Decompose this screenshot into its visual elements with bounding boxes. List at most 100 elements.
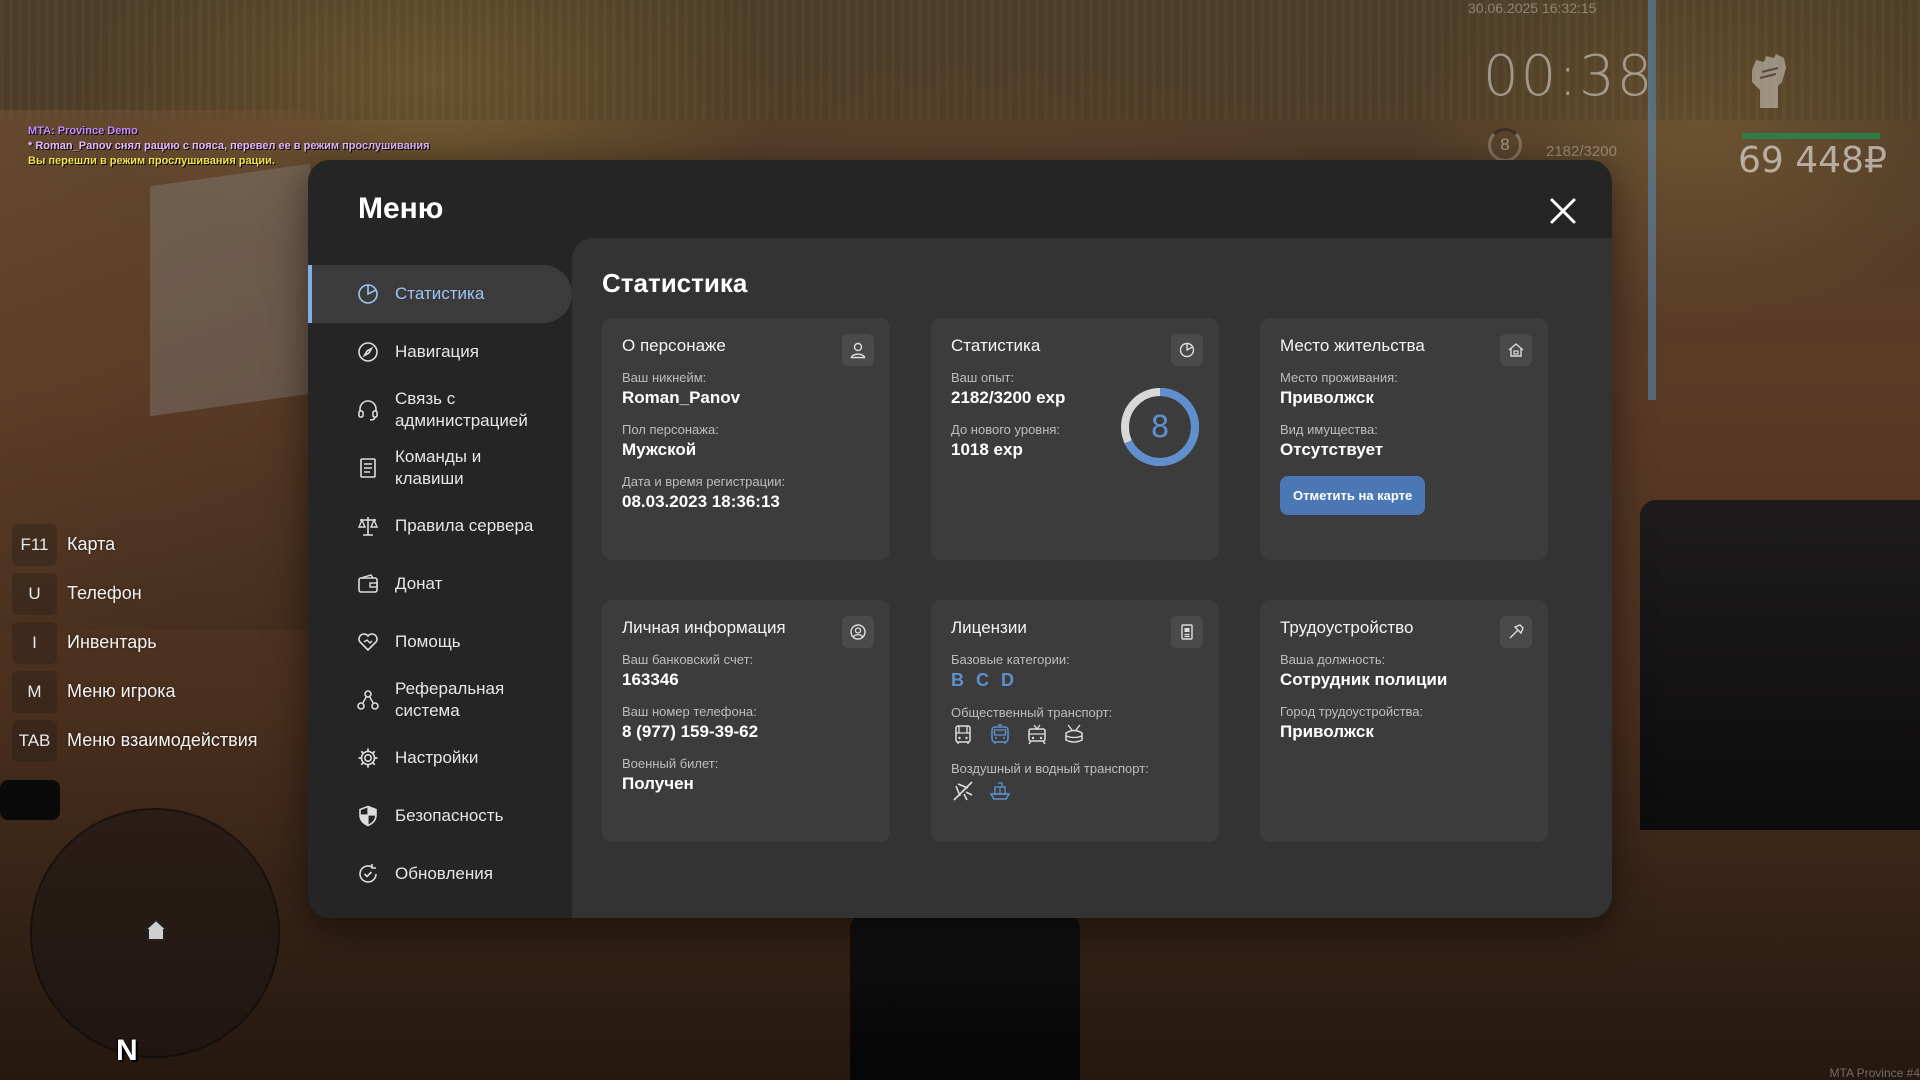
license-category: D [1001, 670, 1014, 690]
field-label: Город трудоустройства: [1280, 704, 1424, 719]
bus-icon [951, 723, 975, 747]
minimap-north-marker: N [116, 1034, 138, 1067]
field-label: Ваша должность: [1280, 652, 1386, 667]
sidebar-item-rules[interactable]: Правила сервера [308, 497, 572, 555]
gear-icon [356, 746, 380, 770]
job-position-value: Сотрудник полиции [1280, 670, 1448, 689]
field-label: Ваш опыт: [951, 370, 1015, 385]
background-board [150, 163, 310, 417]
gender-value: Мужской [622, 440, 697, 459]
player-character [850, 910, 1080, 1080]
hotkey-label: Меню взаимодействия [67, 730, 258, 750]
phone-value: 8 (977) 159-39-62 [622, 722, 759, 741]
field-label: Пол персонажа: [622, 422, 719, 437]
refresh-icon [356, 862, 380, 886]
sidebar-item-label: Реферальная система [395, 679, 505, 720]
card-employment: Трудоустройство Ваша должность: Сотрудни… [1260, 600, 1548, 842]
hud-money: 69 448₽ [1738, 140, 1887, 181]
nickname-value: Roman_Panov [622, 388, 741, 407]
field-label: Место проживания: [1280, 370, 1398, 385]
health-bar [1742, 133, 1880, 139]
sidebar-item-label: Помощь [395, 632, 461, 651]
sidebar-item-contact-admin[interactable]: Связь с администрацией [308, 381, 572, 439]
background-sofa [1640, 500, 1920, 830]
card-character: О персонаже Ваш никнейм: Roman_Panov Пол… [602, 318, 890, 560]
menu-title: Меню [358, 192, 444, 225]
sidebar-item-statistics[interactable]: Статистика [308, 265, 572, 323]
sidebar-item-donate[interactable]: Донат [308, 555, 572, 613]
sidebar-item-settings[interactable]: Настройки [308, 729, 572, 787]
headset-icon [356, 398, 380, 422]
sidebar-item-updates[interactable]: Обновления [308, 845, 572, 903]
sidebar-nav: Статистика Навигация Связь с администрац… [308, 265, 572, 903]
hotkey-label: Меню игрока [67, 681, 176, 701]
hotkey-list: F11 Карта U Телефон I Инвентарь M Меню и… [12, 520, 258, 765]
hotkey-label: Телефон [67, 583, 142, 603]
air-water-licenses [951, 779, 1199, 803]
pie-chart-icon [1171, 334, 1203, 366]
sidebar-item-security[interactable]: Безопасность [308, 787, 572, 845]
hammer-icon [1500, 616, 1532, 648]
sidebar-item-label: Настройки [395, 748, 479, 767]
field-label: Воздушный и водный транспорт: [951, 761, 1149, 776]
hotkey-interaction-menu[interactable]: TAB Меню взаимодействия [12, 716, 258, 765]
background-object [0, 780, 60, 820]
sidebar-item-label: Обновления [395, 864, 493, 883]
sidebar-item-navigation[interactable]: Навигация [308, 323, 572, 381]
wallet-icon [356, 572, 380, 596]
job-city-value: Приволжск [1280, 722, 1374, 741]
close-button[interactable] [1546, 194, 1580, 228]
tram-icon [1025, 723, 1049, 747]
card-personal-info: Личная информация Ваш банковский счет: 1… [602, 600, 890, 842]
sidebar-item-label: Связь с администрацией [395, 389, 528, 430]
network-icon [356, 688, 380, 712]
card-residence: Место жительства Место проживания: Приво… [1260, 318, 1548, 560]
user-icon [842, 334, 874, 366]
close-icon [1550, 198, 1576, 224]
card-licenses: Лицензии Базовые категории: B C D Общест… [931, 600, 1219, 842]
hud-level-badge: 8 [1488, 128, 1522, 162]
field-label: Ваш никнейм: [622, 370, 707, 385]
scales-icon [356, 514, 380, 538]
hotkey-player-menu[interactable]: M Меню игрока [12, 667, 258, 716]
card-title: О персонаже [622, 336, 726, 355]
card-statistics: Статистика Ваш опыт: 2182/3200 exp До но… [931, 318, 1219, 560]
sidebar-item-commands[interactable]: Команды и клавиши [308, 439, 572, 497]
mark-on-map-button[interactable]: Отметить на карте [1280, 476, 1426, 515]
hotkey-key: TAB [12, 719, 57, 762]
content-panel: Статистика О персонаже Ваш никнейм: Roma… [572, 238, 1612, 918]
hotkey-key: F11 [12, 523, 57, 566]
bus-front-icon [988, 723, 1012, 747]
hotkey-inventory[interactable]: I Инвентарь [12, 618, 258, 667]
hotkey-map[interactable]: F11 Карта [12, 520, 258, 569]
sidebar-item-label: Безопасность [395, 806, 504, 825]
hotkey-key: U [12, 572, 57, 615]
card-title: Трудоустройство [1280, 618, 1414, 637]
hotkey-label: Инвентарь [67, 632, 157, 652]
card-title: Личная информация [622, 618, 786, 637]
sidebar-item-label: Правила сервера [395, 516, 534, 535]
ship-icon [988, 779, 1012, 803]
field-label: Ваш банковский счет: [622, 652, 754, 667]
bank-account-value: 163346 [622, 670, 679, 689]
plane-icon [951, 779, 975, 803]
sidebar-item-help[interactable]: Помощь [308, 613, 572, 671]
card-title: Лицензии [951, 618, 1027, 637]
public-transport-licenses [951, 723, 1199, 747]
user-circle-icon [842, 616, 874, 648]
license-category: B [951, 670, 964, 690]
card-title: Место жительства [1280, 336, 1425, 355]
chat-line: MTA: Province Demo [28, 125, 138, 137]
document-icon [356, 456, 380, 480]
house-icon [1500, 334, 1532, 366]
page-title: Статистика [602, 268, 748, 298]
property-value: Отсутствует [1280, 440, 1384, 459]
sidebar-item-label: Донат [395, 574, 443, 593]
handshake-icon [356, 630, 380, 654]
hotkey-phone[interactable]: U Телефон [12, 569, 258, 618]
compass-icon [356, 340, 380, 364]
sidebar-item-label: Команды и клавиши [395, 447, 482, 488]
military-id-value: Получен [622, 774, 694, 793]
sidebar-item-referral[interactable]: Реферальная система [308, 671, 572, 729]
hud-exp: 2182/3200 [1546, 143, 1617, 160]
